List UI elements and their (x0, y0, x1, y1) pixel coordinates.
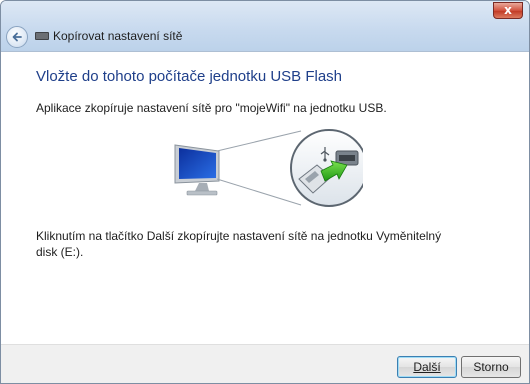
computer-icon (174, 144, 220, 196)
back-arrow-icon (12, 32, 22, 42)
next-button[interactable]: Další (397, 356, 457, 378)
title-bar: x Kopírovat nastavení sítě (1, 1, 529, 52)
button-bar: Další Storno (1, 344, 529, 383)
instructions-text: Kliknutím na tlačítko Další zkopírujte n… (36, 229, 442, 259)
back-button[interactable] (6, 26, 28, 48)
wizard-window: x Kopírovat nastavení sítě Vložte do toh… (0, 0, 530, 384)
cancel-button-label: Storno (473, 360, 509, 374)
next-button-label: Další (413, 360, 441, 374)
close-button[interactable]: x (493, 2, 523, 19)
description-text: Aplikace zkopíruje nastavení sítě pro "m… (36, 101, 387, 115)
usb-illustration (161, 121, 368, 213)
close-icon: x (504, 3, 512, 17)
window-title: Kopírovat nastavení sítě (53, 29, 183, 43)
network-icon (35, 32, 49, 40)
cancel-button[interactable]: Storno (461, 356, 521, 378)
page-heading: Vložte do tohoto počítače jednotku USB F… (36, 68, 343, 85)
